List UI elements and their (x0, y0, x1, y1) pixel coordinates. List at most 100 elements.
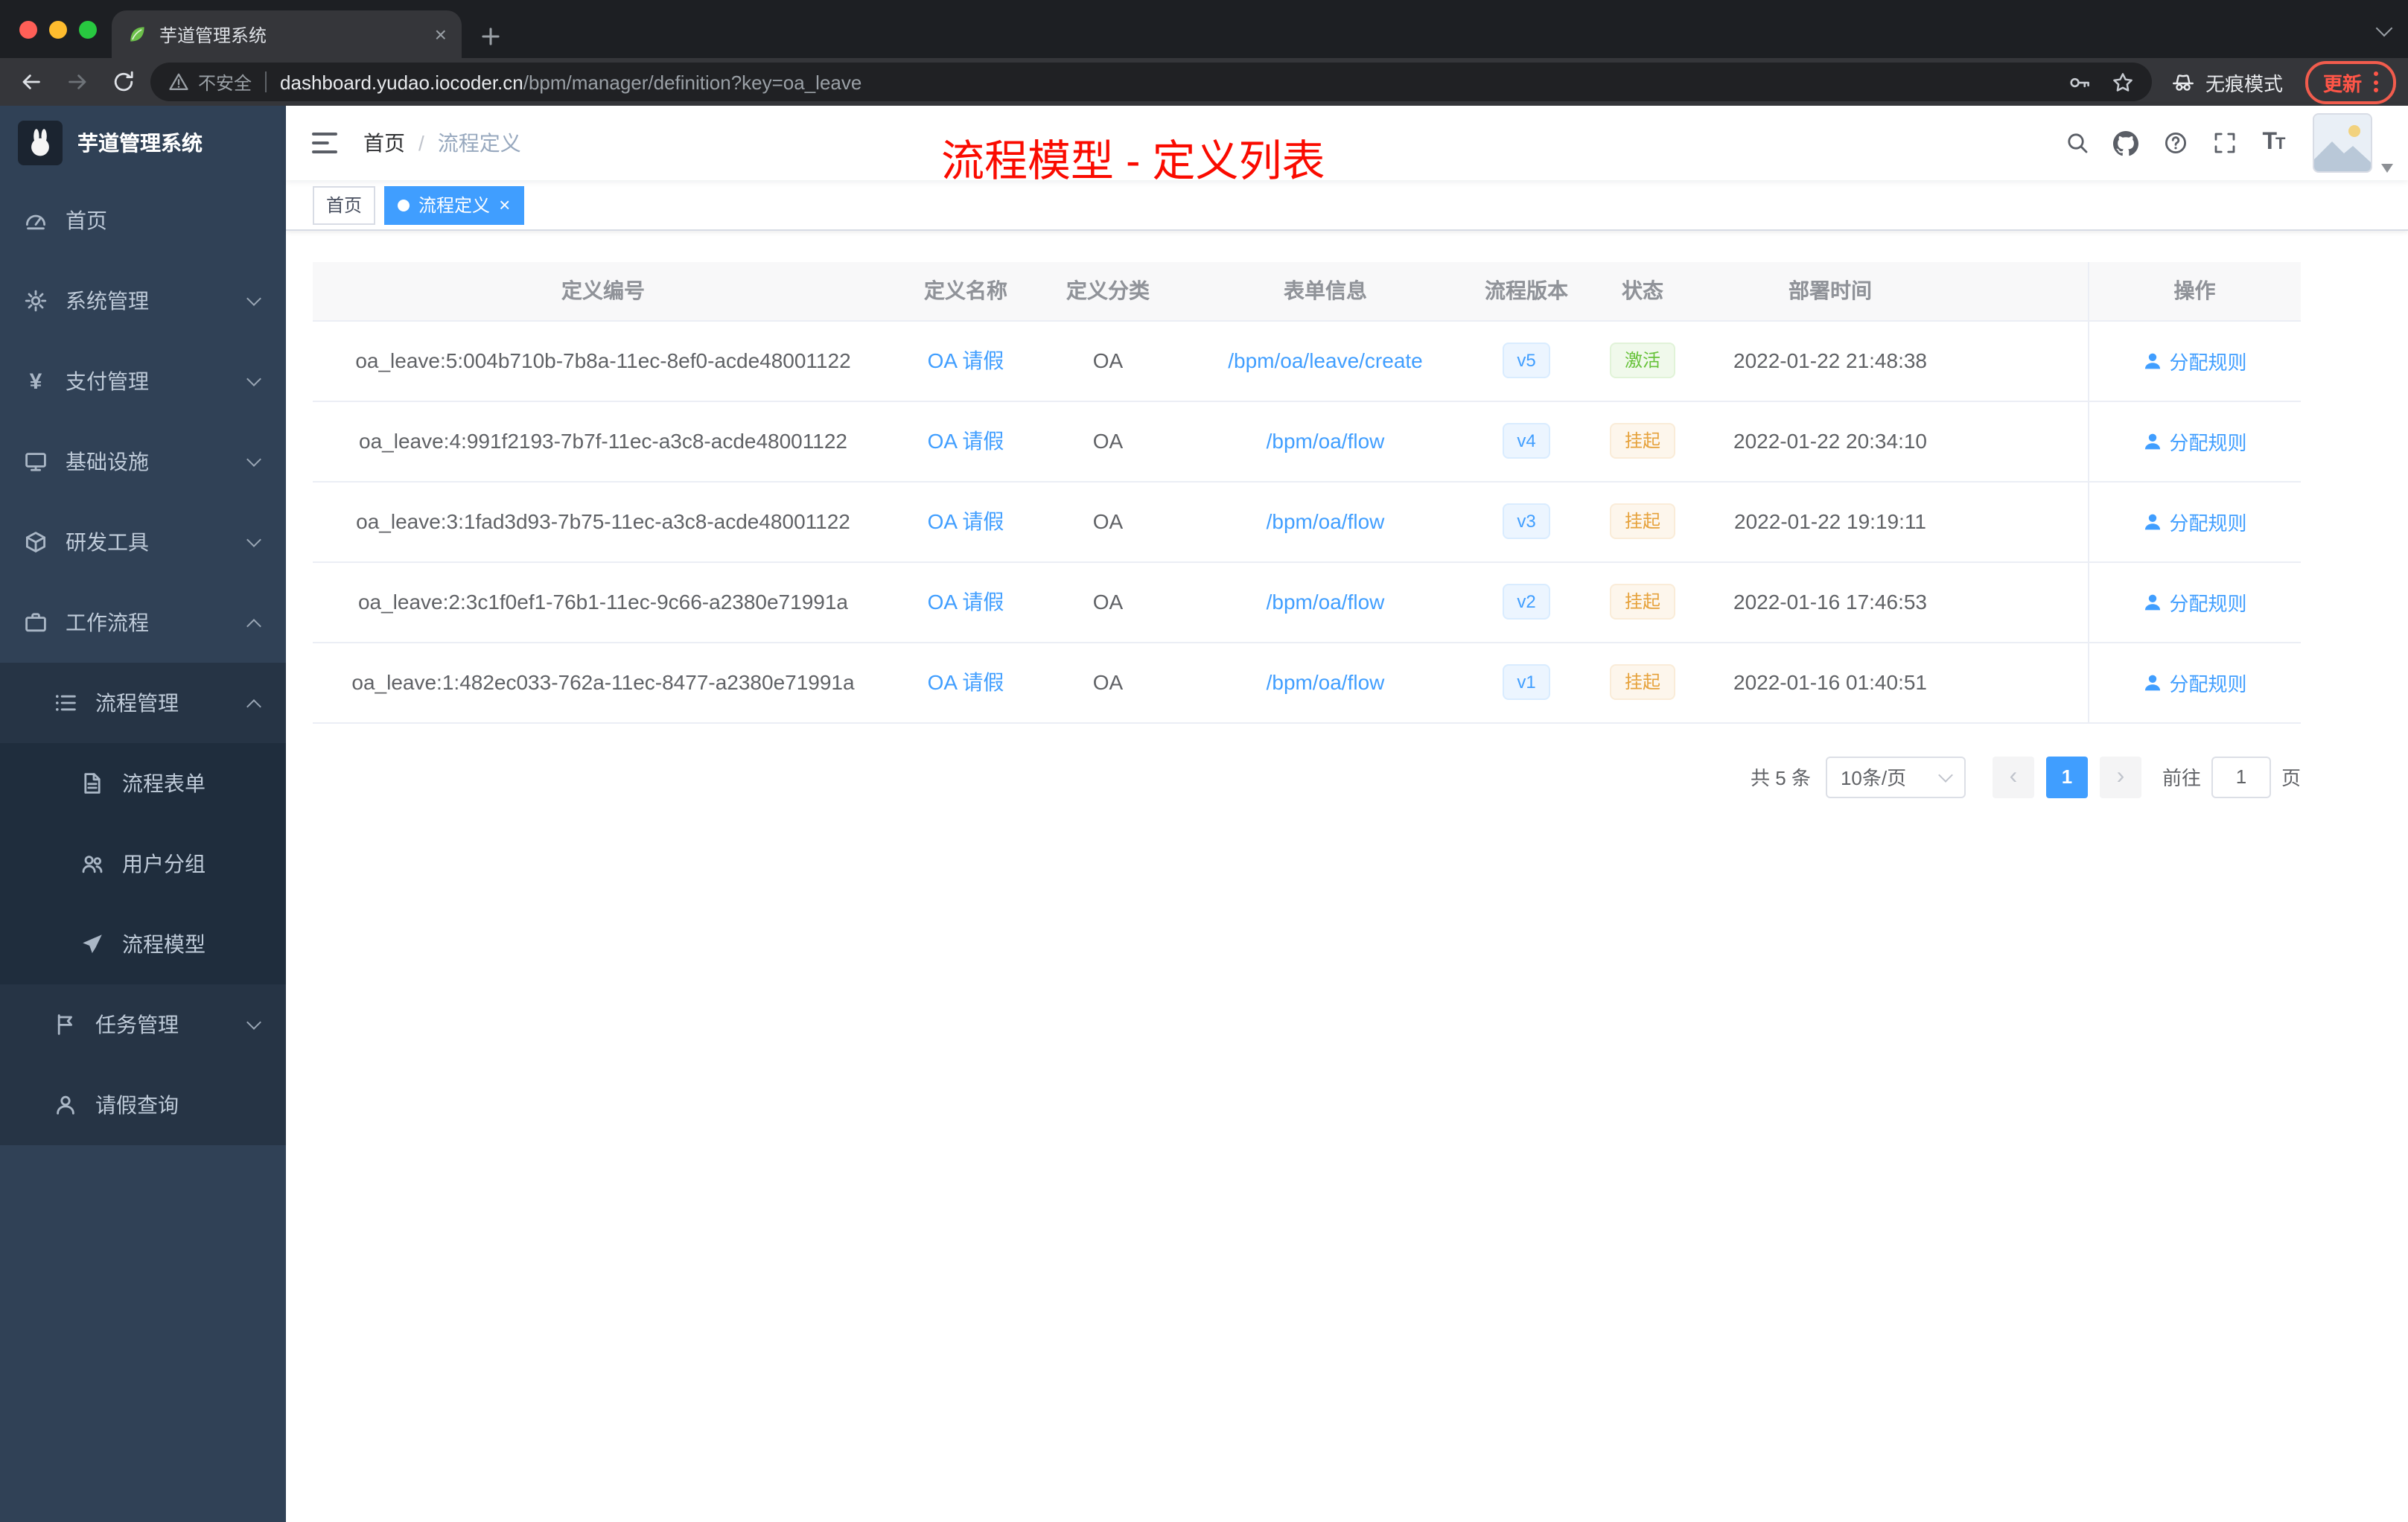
column-header: 定义编号 (313, 262, 894, 321)
breadcrumb: 首页 / 流程定义 (363, 128, 521, 158)
column-header: 操作 (2087, 262, 2301, 321)
definition-name-link[interactable]: OA 请假 (928, 429, 1004, 453)
sidebar-item-infra[interactable]: 基础设施 (0, 421, 286, 502)
form-info-link[interactable]: /bpm/oa/flow (1267, 590, 1385, 614)
definition-id: oa_leave:5:004b710b-7b8a-11ec-8ef0-acde4… (313, 320, 894, 401)
definition-category: OA (1038, 642, 1178, 723)
fullscreen-icon[interactable] (2200, 106, 2249, 180)
user-avatar-menu[interactable] (2313, 106, 2393, 180)
infra-icon (24, 450, 48, 474)
sidebar-item-process-form[interactable]: 流程表单 (0, 743, 286, 824)
browser-menu-update-button[interactable]: 更新 (2305, 60, 2396, 104)
submenu-chevron-icon (246, 1014, 261, 1029)
submenu-chevron-icon (246, 451, 261, 466)
tags-view-tag[interactable]: 流程定义 × (384, 185, 524, 224)
definition-name-link[interactable]: OA 请假 (928, 348, 1004, 372)
sidebar-item-devtools[interactable]: 研发工具 (0, 502, 286, 582)
form-icon (80, 771, 104, 795)
navbar-right: TT (2052, 106, 2408, 180)
help-icon[interactable] (2150, 106, 2200, 180)
goto-prefix: 前往 (2162, 767, 2201, 789)
sidebar-item-process-model[interactable]: 流程模型 (0, 904, 286, 984)
address-bar[interactable]: 不安全 dashboard.yudao.iocoder.cn/bpm/manag… (150, 63, 2152, 101)
hamburger-icon[interactable] (286, 128, 363, 158)
next-page-button[interactable]: › (2099, 756, 2141, 797)
definition-id: oa_leave:2:3c1f0ef1-76b1-11ec-9c66-a2380… (313, 561, 894, 643)
definition-name-link[interactable]: OA 请假 (928, 509, 1004, 533)
password-key-icon[interactable] (2068, 71, 2091, 93)
active-dot (398, 199, 410, 211)
bookmark-star-icon[interactable] (2112, 71, 2134, 93)
tag-close-icon[interactable]: × (499, 195, 510, 214)
sidebar-item-process-manage[interactable]: 流程管理 (0, 663, 286, 743)
user-icon (2142, 351, 2162, 370)
deploy-time: 2022-01-16 01:40:51 (1705, 642, 1955, 723)
tab-close-icon[interactable]: × (435, 24, 447, 45)
sidebar-item-home[interactable]: 首页 (0, 180, 286, 261)
close-window-button[interactable] (19, 21, 37, 39)
sidebar-item-leave-query[interactable]: 请假查询 (0, 1065, 286, 1145)
forward-button[interactable] (58, 63, 97, 101)
person-icon (54, 1093, 77, 1117)
sidebar-logo[interactable]: 芋道管理系统 (0, 106, 286, 180)
sidebar-item-workflow[interactable]: 工作流程 (0, 582, 286, 663)
page-number-button[interactable]: 1 (2045, 756, 2088, 797)
pagination-total: 共 5 条 (1751, 767, 1811, 789)
breadcrumb-home[interactable]: 首页 (363, 128, 405, 158)
assign-rule-link[interactable]: 分配规则 (2142, 668, 2247, 696)
font-size-icon[interactable]: TT (2249, 106, 2298, 180)
column-header: 表单信息 (1178, 262, 1473, 321)
caret-down-icon (2381, 164, 2393, 173)
deploy-time: 2022-01-16 17:46:53 (1705, 561, 1955, 643)
new-tab-button[interactable] (480, 25, 502, 48)
sidebar-item-user-group[interactable]: 用户分组 (0, 824, 286, 904)
zoom-window-button[interactable] (79, 21, 97, 39)
sidebar-item-task-manage[interactable]: 任务管理 (0, 984, 286, 1065)
breadcrumb-current: 流程定义 (437, 131, 521, 155)
prev-page-button[interactable]: ‹ (1992, 756, 2034, 797)
kebab-menu-icon[interactable] (2374, 71, 2378, 92)
form-info-link[interactable]: /bpm/oa/flow (1267, 509, 1385, 533)
status-badge: 激活 (1609, 343, 1675, 378)
yen-icon: ¥ (29, 369, 42, 394)
sidebar-item-label: 用户分组 (122, 852, 206, 876)
assign-rule-link[interactable]: 分配规则 (2142, 427, 2247, 455)
goto-page-input[interactable] (2211, 756, 2271, 797)
table-row: oa_leave:1:482ec033-762a-11ec-8477-a2380… (313, 642, 2301, 723)
status-badge: 挂起 (1609, 423, 1675, 459)
page-size-select[interactable]: 10条/页 (1825, 756, 1966, 797)
back-button[interactable] (12, 63, 51, 101)
github-icon[interactable] (2101, 106, 2150, 180)
definition-name-link[interactable]: OA 请假 (928, 590, 1004, 614)
table-row: oa_leave:4:991f2193-7b7f-11ec-a3c8-acde4… (313, 401, 2301, 482)
task-icon (54, 1013, 77, 1037)
security-chip[interactable]: 不安全 (168, 69, 252, 95)
sidebar-item-label: 流程管理 (95, 691, 179, 715)
tags-view-tag[interactable]: 首页 (313, 185, 376, 224)
form-info-link[interactable]: /bpm/oa/flow (1267, 670, 1385, 694)
browser-tab[interactable]: 芋道管理系统 × (112, 10, 462, 58)
tab-search-chevron-icon[interactable] (2375, 19, 2393, 37)
sidebar-item-payment[interactable]: ¥ 支付管理 (0, 341, 286, 421)
version-badge: v2 (1502, 584, 1551, 620)
omnibox-divider (265, 71, 267, 92)
assign-rule-link[interactable]: 分配规则 (2142, 507, 2247, 535)
search-icon[interactable] (2052, 106, 2101, 180)
definition-name-link[interactable]: OA 请假 (928, 670, 1004, 694)
reload-button[interactable] (104, 63, 143, 101)
definition-id: oa_leave:1:482ec033-762a-11ec-8477-a2380… (313, 642, 894, 723)
url-domain: dashboard.yudao.iocoder.cn (280, 71, 523, 93)
minimize-window-button[interactable] (49, 21, 67, 39)
version-badge: v5 (1502, 343, 1551, 378)
user-icon (2142, 512, 2162, 531)
version-badge: v3 (1502, 503, 1551, 539)
avatar[interactable] (2313, 113, 2372, 173)
assign-rule-link[interactable]: 分配规则 (2142, 346, 2247, 375)
form-info-link[interactable]: /bpm/oa/flow (1267, 429, 1385, 453)
form-info-link[interactable]: /bpm/oa/leave/create (1228, 348, 1423, 372)
dashboard-icon (24, 208, 48, 232)
sidebar-item-system[interactable]: 系统管理 (0, 261, 286, 341)
table-row: oa_leave:3:1fad3d93-7b75-11ec-a3c8-acde4… (313, 481, 2301, 562)
assign-rule-link[interactable]: 分配规则 (2142, 588, 2247, 616)
incognito-icon (2171, 70, 2195, 94)
